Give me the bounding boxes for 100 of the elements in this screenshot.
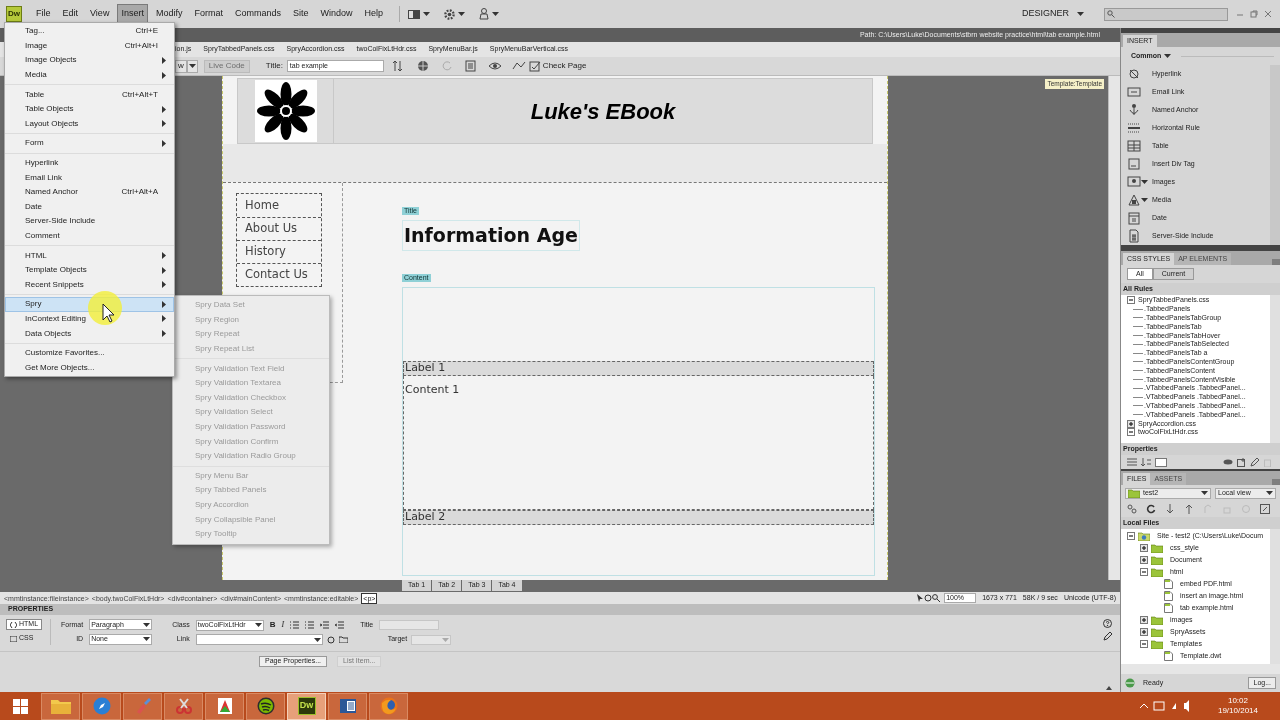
- menu-item[interactable]: Commands: [230, 4, 285, 24]
- hand-tool-icon[interactable]: [924, 594, 933, 602]
- title-field[interactable]: [379, 620, 440, 630]
- menu-item[interactable]: Window: [316, 4, 357, 24]
- taskbar-button[interactable]: Dw: [287, 692, 326, 720]
- layout-icon[interactable]: [408, 9, 420, 19]
- menu-item[interactable]: Template Objects: [5, 262, 174, 278]
- nav-link[interactable]: Home: [237, 194, 321, 217]
- connect-icon[interactable]: [1127, 504, 1137, 514]
- nav-link[interactable]: Contact Us: [237, 263, 321, 286]
- file-icon: [1164, 591, 1173, 601]
- menu-item[interactable]: Table Objects: [5, 101, 174, 117]
- visual-aids-icon[interactable]: [487, 59, 502, 73]
- user-icon[interactable]: [479, 8, 489, 20]
- menu-item[interactable]: Recent Snippets: [5, 277, 174, 293]
- help-icon[interactable]: [1103, 619, 1112, 628]
- menu-item[interactable]: Layout Objects: [5, 116, 174, 132]
- sort-icon[interactable]: [1141, 458, 1151, 466]
- globe-icon[interactable]: [1125, 678, 1135, 688]
- globe-icon[interactable]: [415, 59, 430, 73]
- nav-link[interactable]: About Us: [237, 217, 321, 240]
- taskbar-button[interactable]: [246, 692, 285, 720]
- restore-icon[interactable]: [1250, 10, 1258, 18]
- expand-toggle-icon[interactable]: [1140, 556, 1148, 564]
- expand-icon[interactable]: [1260, 504, 1270, 514]
- expand-toggle-icon[interactable]: [1140, 616, 1148, 624]
- menu-item[interactable]: Format: [190, 4, 227, 24]
- menu-item[interactable]: Tag... Ctrl+E: [5, 24, 174, 39]
- download-icon[interactable]: [1165, 504, 1175, 514]
- italic-button[interactable]: I: [281, 619, 285, 631]
- menu-item[interactable]: Table Ctrl+Alt+T: [5, 87, 174, 102]
- link-icon[interactable]: [1223, 458, 1233, 466]
- bulleted-list-icon[interactable]: [290, 621, 300, 629]
- expand-toggle-icon[interactable]: [1127, 419, 1135, 428]
- zoom-tool-icon[interactable]: [932, 594, 941, 602]
- menu-item[interactable]: Media: [5, 67, 174, 83]
- numbered-list-icon[interactable]: [305, 621, 315, 629]
- gear-icon[interactable]: [444, 8, 455, 20]
- menu-item[interactable]: Named Anchor Ctrl+Alt+A: [5, 184, 174, 200]
- expand-toggle-icon[interactable]: [1140, 628, 1148, 636]
- collapse-toggle-icon[interactable]: [1140, 568, 1148, 576]
- indent-icon[interactable]: [335, 621, 345, 629]
- check-page-button[interactable]: Check Page: [528, 60, 587, 72]
- menu-item[interactable]: Hyperlink: [5, 155, 174, 171]
- edit-icon[interactable]: [1250, 457, 1259, 467]
- taskbar-button[interactable]: [205, 692, 244, 720]
- link-field[interactable]: [195, 634, 323, 645]
- taskbar-button[interactable]: [328, 692, 367, 720]
- collapse-toggle-icon[interactable]: [1127, 532, 1135, 540]
- menu-item[interactable]: Help: [360, 4, 387, 24]
- menu-item[interactable]: Date: [5, 199, 174, 215]
- search-field[interactable]: [1104, 7, 1228, 21]
- close-icon[interactable]: [1264, 10, 1272, 18]
- menu-item[interactable]: Modify: [151, 4, 187, 24]
- horizontal-scrollbar[interactable]: [1121, 664, 1280, 674]
- vertical-scrollbar[interactable]: [1270, 529, 1280, 664]
- menu-item[interactable]: InContext Editing: [5, 311, 174, 327]
- menu-item[interactable]: Image Objects: [5, 53, 174, 68]
- menu-item[interactable]: Data Objects: [5, 326, 174, 341]
- menu-item[interactable]: HTML: [5, 248, 174, 263]
- expand-toggle-icon[interactable]: [1140, 544, 1148, 552]
- refresh-icon[interactable]: [1146, 504, 1156, 514]
- vertical-scrollbar[interactable]: [1270, 295, 1280, 443]
- collapse-toggle-icon[interactable]: [1127, 428, 1135, 437]
- panel-tab[interactable]: Label 2: [403, 509, 874, 525]
- taskbar-button[interactable]: [164, 692, 203, 720]
- collapse-toggle-icon[interactable]: [1140, 640, 1148, 648]
- menu-item[interactable]: Customize Favorites...: [5, 345, 174, 361]
- collapse-icon[interactable]: [1106, 686, 1112, 690]
- menu-item[interactable]: Site: [288, 4, 313, 24]
- collapse-toggle-icon[interactable]: [1127, 296, 1135, 305]
- point-to-file-icon[interactable]: [326, 635, 335, 644]
- menu-item[interactable]: Email Link: [5, 170, 174, 185]
- menu-item[interactable]: Form: [5, 136, 174, 151]
- menu-item[interactable]: File: [32, 4, 55, 24]
- menu-item[interactable]: View: [86, 4, 114, 24]
- outdent-icon[interactable]: [320, 621, 330, 629]
- menu-item[interactable]: Comment: [5, 228, 174, 244]
- menu-item[interactable]: Server-Side Include: [5, 214, 174, 229]
- image-icon: [1127, 175, 1141, 189]
- set-properties-icon[interactable]: [1155, 457, 1167, 467]
- nav-link[interactable]: History: [237, 240, 321, 263]
- code-icon: [10, 621, 17, 628]
- bold-button[interactable]: B: [269, 619, 276, 631]
- vertical-scrollbar[interactable]: [1108, 76, 1120, 580]
- menu-item[interactable]: Insert: [117, 4, 148, 24]
- taskbar-button[interactable]: [41, 692, 80, 720]
- edit-icon[interactable]: [1103, 632, 1112, 641]
- workspace-switcher[interactable]: DESIGNER: [1022, 7, 1069, 21]
- folder-icon[interactable]: [338, 636, 348, 643]
- vertical-scrollbar[interactable]: [1270, 65, 1280, 245]
- view-button[interactable]: w: [175, 59, 187, 73]
- view-options-icon[interactable]: [463, 59, 478, 73]
- panel-tab[interactable]: Label 1: [403, 360, 874, 376]
- dropdown-button[interactable]: [186, 59, 198, 73]
- pointer-tool-icon[interactable]: [916, 594, 925, 602]
- menu-item[interactable]: Image Ctrl+Alt+I: [5, 38, 174, 54]
- upload-icon[interactable]: [1184, 504, 1194, 514]
- menu-item[interactable]: Edit: [58, 4, 83, 24]
- menu-item[interactable]: Get More Objects...: [5, 360, 174, 376]
